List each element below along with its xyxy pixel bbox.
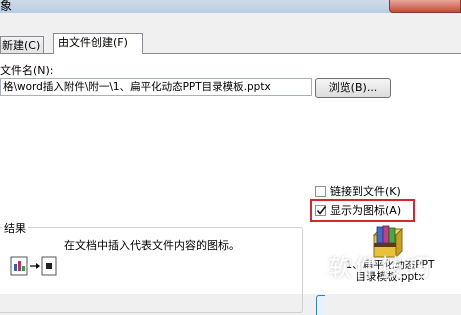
window-title: 象 xyxy=(0,0,13,13)
watermark: 软件技巧 xyxy=(328,254,432,282)
title-bar: 象 xyxy=(0,0,461,13)
highlight-box xyxy=(310,199,415,222)
result-description: 在文档中插入代表文件内容的图标。 xyxy=(64,239,240,252)
browse-button[interactable]: 浏览(B)... xyxy=(315,78,391,98)
link-to-file-label: 链接到文件(K) xyxy=(330,185,401,198)
ok-button[interactable] xyxy=(316,295,325,315)
insert-icon-diagram-icon xyxy=(10,256,57,276)
result-group: 结果 在文档中插入代表文件内容的图标。 xyxy=(0,220,303,313)
result-label: 结果 xyxy=(2,220,28,236)
file-name-input[interactable]: 格\word插入附件\附一\1、扁平化动态PPT目录模板.pptx xyxy=(0,78,312,96)
file-name-label: 文件名(N): xyxy=(0,64,54,77)
tab-create-new[interactable]: 新建(C) xyxy=(0,36,44,54)
tab-create-from-file[interactable]: 由文件创建(F) xyxy=(53,33,143,54)
link-to-file-checkbox[interactable] xyxy=(315,185,326,197)
link-to-file-checkbox-row[interactable]: 链接到文件(K) xyxy=(315,183,401,199)
close-button[interactable] xyxy=(389,0,461,13)
